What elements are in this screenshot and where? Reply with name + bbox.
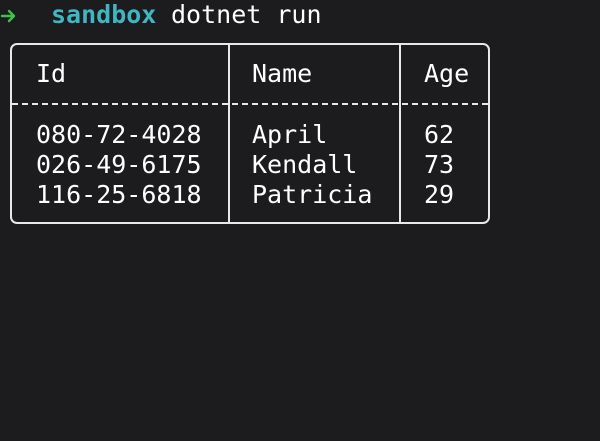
- output-table: Id Name Age 080-72-4028 April 62 026-49-…: [10, 43, 490, 224]
- table-cell-age: 29: [424, 180, 455, 209]
- table-cell-name: Kendall: [252, 150, 358, 179]
- table-cell-id: 080-72-4028: [36, 120, 202, 149]
- header-separator: [12, 103, 488, 105]
- table-cell-age: 73: [424, 150, 455, 179]
- table-cell-age: 62: [424, 120, 455, 149]
- table-cell-id: 116-25-6818: [36, 180, 202, 209]
- column-separator: [399, 45, 401, 222]
- column-header-id: Id: [36, 59, 67, 88]
- terminal-window: sandbox dotnet run Id Name Age 080-72-40…: [0, 0, 600, 441]
- command-prompt-line: sandbox dotnet run: [0, 0, 322, 30]
- column-header-name: Name: [252, 59, 313, 88]
- current-directory: sandbox: [51, 0, 157, 29]
- column-separator: [228, 45, 230, 222]
- table-cell-name: Patricia: [252, 180, 373, 209]
- arrow-right-icon: [0, 9, 16, 23]
- table-cell-id: 026-49-6175: [36, 150, 202, 179]
- column-header-age: Age: [424, 59, 470, 88]
- table-cell-name: April: [252, 120, 328, 149]
- command-text: dotnet run: [171, 0, 322, 29]
